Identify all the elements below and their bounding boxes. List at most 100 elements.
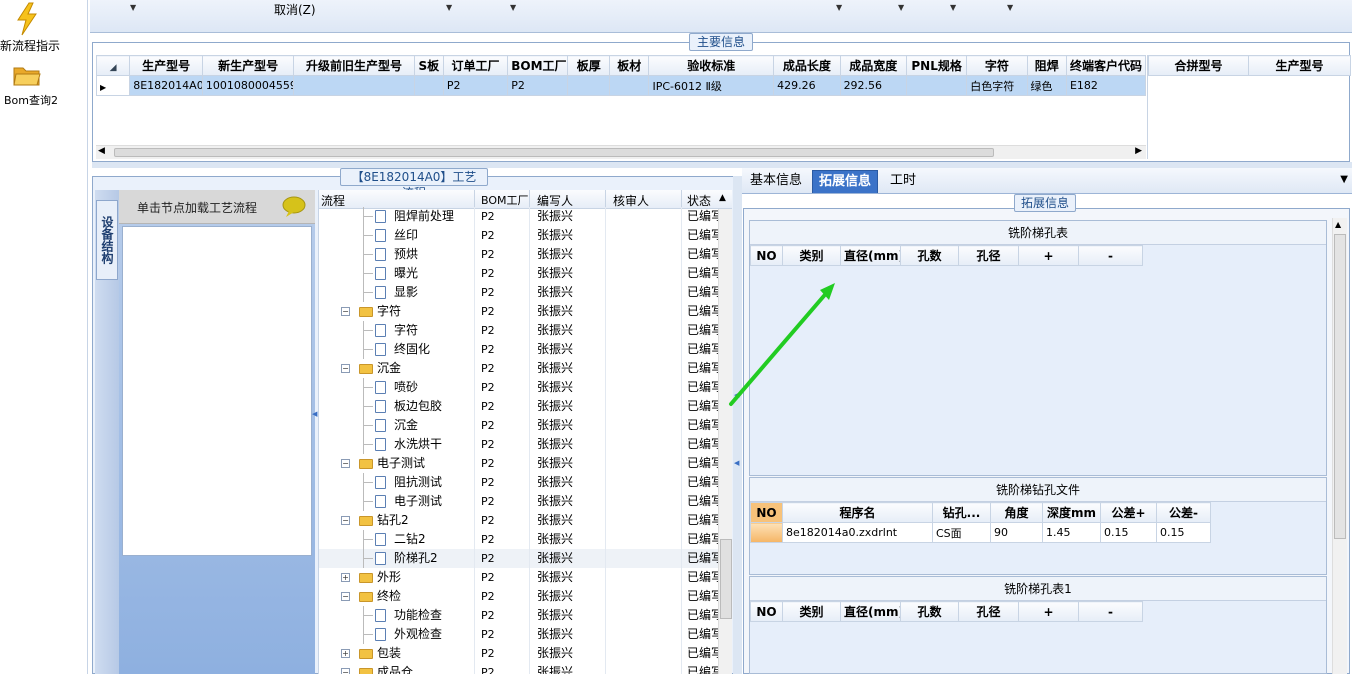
cancel-button[interactable]: 取消(Z) — [274, 1, 316, 18]
tree-row[interactable]: + 包装 P2 张振兴 已编写 — [319, 644, 719, 663]
tree-row[interactable]: 外观检查 P2 张振兴 已编写 — [319, 625, 719, 644]
column-header[interactable]: 直径(mm) — [840, 601, 901, 622]
tree-row[interactable]: − 字符 P2 张振兴 已编写 — [319, 302, 719, 321]
launcher-new-flow[interactable]: 新流程指示 — [0, 0, 88, 58]
table-cell[interactable]: 292.56 — [839, 75, 908, 96]
tab-extended-info[interactable]: 拓展信息 — [812, 170, 879, 193]
tree-row[interactable]: 二钻2 P2 张振兴 已编写 — [319, 530, 719, 549]
tree-row[interactable]: 水洗烘干 P2 张振兴 已编写 — [319, 435, 719, 454]
column-header[interactable]: S板 — [413, 55, 444, 76]
chevron-down-icon[interactable]: ▼ — [1007, 3, 1013, 12]
merge-model-grid[interactable]: 合拼型号 生产型号 — [1147, 55, 1351, 159]
tree-row[interactable]: 阻焊前处理 P2 张振兴 已编写 — [319, 207, 719, 226]
table-cell[interactable]: 0.15 — [1156, 522, 1211, 543]
column-header[interactable]: PNL规格 — [906, 55, 968, 76]
column-header[interactable]: 板材 — [609, 55, 650, 76]
column-header[interactable]: 孔数 — [900, 245, 959, 266]
table-cell[interactable]: 1.45 — [1042, 522, 1101, 543]
column-header[interactable]: 类别 — [782, 601, 841, 622]
column-header[interactable]: 新生产型号 — [201, 55, 295, 76]
tree-row[interactable]: − 电子测试 P2 张振兴 已编写 — [319, 454, 719, 473]
tree-row[interactable]: + 外形 P2 张振兴 已编写 — [319, 568, 719, 587]
tree-row[interactable]: − 钻孔2 P2 张振兴 已编写 — [319, 511, 719, 530]
table-cell[interactable]: IPC-6012 Ⅱ级 — [648, 75, 775, 96]
column-header[interactable]: 孔径 — [958, 601, 1019, 622]
tab-work-hours[interactable]: 工时 — [884, 170, 922, 193]
table-cell[interactable]: P2 — [507, 75, 569, 96]
table-cell[interactable] — [413, 75, 444, 96]
table-cell[interactable] — [906, 75, 968, 96]
tree-row[interactable]: 预烘 P2 张振兴 已编写 — [319, 245, 719, 264]
scroll-thumb[interactable] — [114, 148, 994, 157]
collapse-icon[interactable]: − — [341, 668, 350, 674]
scroll-thumb[interactable] — [720, 539, 732, 619]
column-header[interactable]: NO — [750, 601, 783, 622]
column-header[interactable]: 深度mm — [1042, 502, 1101, 523]
column-header[interactable]: BOM工厂 — [507, 55, 569, 76]
tree-row[interactable]: 沉金 P2 张振兴 已编写 — [319, 416, 719, 435]
column-header[interactable]: 公差+ — [1100, 502, 1157, 523]
table-cell[interactable] — [567, 75, 611, 96]
table-cell[interactable] — [750, 522, 783, 543]
table-cell[interactable] — [293, 75, 415, 96]
chevron-down-icon[interactable]: ▼ — [898, 3, 904, 12]
vertical-scrollbar[interactable]: ▲ — [1332, 218, 1347, 674]
tree-row[interactable]: − 成品仓 P2 张振兴 已编写 — [319, 663, 719, 674]
load-hint-area[interactable] — [122, 226, 312, 556]
column-header[interactable]: NO — [750, 245, 783, 266]
tree-row[interactable]: − 终检 P2 张振兴 已编写 — [319, 587, 719, 606]
vertical-splitter[interactable]: ◀ ◀ — [733, 176, 742, 674]
tab-device-structure[interactable]: 设备结构 — [96, 200, 118, 280]
column-header[interactable]: 钻孔... — [932, 502, 991, 523]
tree-row[interactable]: 字符 P2 张振兴 已编写 — [319, 321, 719, 340]
table-cell[interactable]: 90 — [990, 522, 1043, 543]
tree-row[interactable]: − 沉金 P2 张振兴 已编写 — [319, 359, 719, 378]
collapse-icon[interactable]: − — [341, 592, 350, 601]
row-indicator[interactable]: ▶ — [96, 75, 131, 96]
tree-row[interactable]: 电子测试 P2 张振兴 已编写 — [319, 492, 719, 511]
column-header[interactable]: 类别 — [782, 245, 841, 266]
column-header[interactable]: 成品长度 — [773, 55, 841, 76]
column-header[interactable]: 角度 — [990, 502, 1043, 523]
scroll-thumb[interactable] — [1334, 234, 1346, 539]
step-drill-file-table[interactable]: 铣阶梯钻孔文件 NO 程序名 钻孔... 角度 深度mm 公差+ 公差- 8e182014a… — [749, 477, 1327, 575]
collapse-handle[interactable]: ◀ — [312, 410, 317, 440]
column-header[interactable]: - — [1078, 601, 1143, 622]
tree-row[interactable]: 功能检查 P2 张振兴 已编写 — [319, 606, 719, 625]
column-header[interactable]: 字符 — [966, 55, 1028, 76]
column-header[interactable]: 直径(mm) — [840, 245, 901, 266]
collapse-icon[interactable]: − — [341, 307, 350, 316]
main-info-grid[interactable]: ◢ 生产型号 新生产型号 升级前旧生产型号 S板 订单工厂 BOM工厂 板厚 板材 验收标准 成品长… — [96, 55, 1146, 145]
column-header[interactable]: 程序名 — [782, 502, 933, 523]
table-cell[interactable]: 8e182014a0.zxdrlnt — [782, 522, 933, 543]
chevron-down-icon[interactable]: ▼ — [510, 3, 516, 12]
tree-row[interactable]: 板边包胶 P2 张振兴 已编写 — [319, 397, 719, 416]
column-header[interactable]: - — [1078, 245, 1143, 266]
table-cell[interactable]: 429.26 — [773, 75, 841, 96]
tab-basic-info[interactable]: 基本信息 — [744, 170, 808, 193]
table-cell[interactable]: 10010800045596 — [201, 75, 295, 96]
tree-row[interactable]: 阶梯孔2 P2 张振兴 已编写 — [319, 549, 719, 568]
column-header[interactable]: + — [1018, 245, 1079, 266]
collapse-icon[interactable]: − — [341, 516, 350, 525]
chevron-down-icon[interactable]: ▲ — [719, 193, 726, 203]
table-row[interactable]: 8e182014a0.zxdrlnt CS面 90 1.45 0.15 0.15 — [750, 522, 1211, 543]
collapse-icon[interactable]: − — [341, 459, 350, 468]
row-header-corner[interactable]: ◢ — [96, 55, 131, 76]
column-header[interactable]: BOM工厂 — [481, 192, 529, 208]
scroll-up-icon[interactable]: ▲ — [1335, 220, 1341, 229]
column-header[interactable]: 成品宽度 — [839, 55, 908, 76]
column-header[interactable]: 生产型号 — [129, 55, 203, 76]
column-header[interactable]: 板厚 — [567, 55, 611, 76]
table-cell[interactable]: 8E182014A0 — [129, 75, 203, 96]
tree-row[interactable]: 丝印 P2 张振兴 已编写 — [319, 226, 719, 245]
chevron-down-icon[interactable]: ▼ — [1340, 174, 1348, 185]
launcher-bom-query[interactable]: Bom查询2 — [0, 62, 88, 110]
column-header[interactable]: 验收标准 — [648, 55, 775, 76]
expand-icon[interactable]: + — [341, 649, 350, 658]
tree-row[interactable]: 阻抗测试 P2 张振兴 已编写 — [319, 473, 719, 492]
load-hint-header[interactable]: 单击节点加载工艺流程 — [119, 190, 315, 224]
column-header[interactable]: 订单工厂 — [442, 55, 509, 76]
column-header[interactable]: 公差- — [1156, 502, 1211, 523]
process-tree-grid[interactable]: 流程 BOM工厂 编写人 核审人 状态 ▲ 阻焊前处理P2张振兴已编写丝印P2张… — [318, 190, 732, 674]
